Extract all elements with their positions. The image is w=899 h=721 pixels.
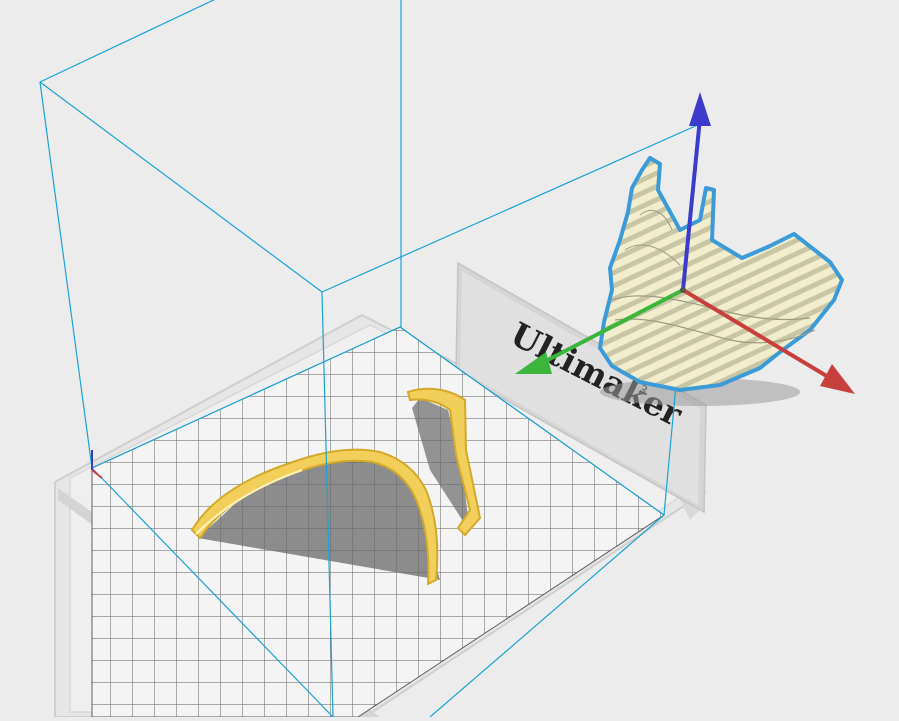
gizmo-center[interactable] [680, 287, 686, 293]
jaw-model[interactable] [598, 156, 844, 392]
3d-viewport[interactable]: Ultimaker 3 [0, 0, 899, 718]
z-axis-arrow-icon[interactable] [689, 92, 711, 126]
x-axis-arrow-icon[interactable] [820, 364, 855, 394]
